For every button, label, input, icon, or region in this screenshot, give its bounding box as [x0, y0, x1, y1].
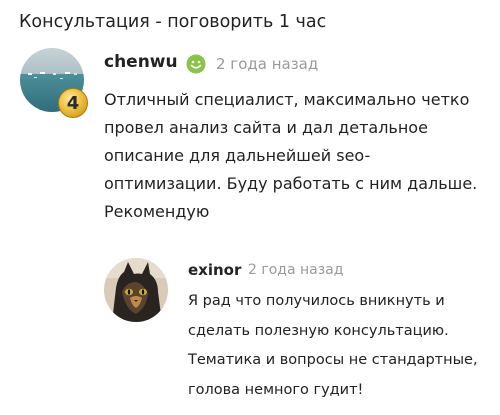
- review-text-line: Рекомендую: [104, 202, 210, 221]
- smile-icon: [186, 54, 206, 74]
- review-text-line: провел анализ сайта и дал детальное: [104, 118, 428, 137]
- reply-text-line: Тематика и вопросы не стандартные,: [188, 352, 478, 368]
- review-text-line: оптимизации. Буду работать с ним дальше.: [104, 174, 478, 193]
- reply-text-line: голова немного гудит!: [188, 381, 364, 398]
- reply-text-line: Я рад что получилось вникнуть и: [188, 293, 445, 309]
- reply-avatar-image: [104, 258, 168, 322]
- reply-avatar[interactable]: [104, 258, 168, 322]
- reply-time: 2 года назад: [248, 262, 344, 278]
- reply-text: Я рад что получилось вникнуть и сделать …: [188, 287, 493, 405]
- reply-author[interactable]: exinor: [188, 261, 241, 279]
- reply-text-line: сделать полезную консультацию.: [188, 322, 449, 339]
- page-title: Консультация - поговорить 1 час: [19, 12, 327, 32]
- review-author[interactable]: chenwu: [104, 52, 178, 72]
- review-text-line: Отличный специалист, максимально четко: [104, 90, 470, 109]
- review-text-line: описание для дальнейшей seo-: [104, 146, 371, 165]
- review-text: Отличный специалист, максимально четко п…: [104, 86, 494, 226]
- level-badge: 4: [58, 88, 88, 118]
- review-time: 2 года назад: [216, 55, 319, 73]
